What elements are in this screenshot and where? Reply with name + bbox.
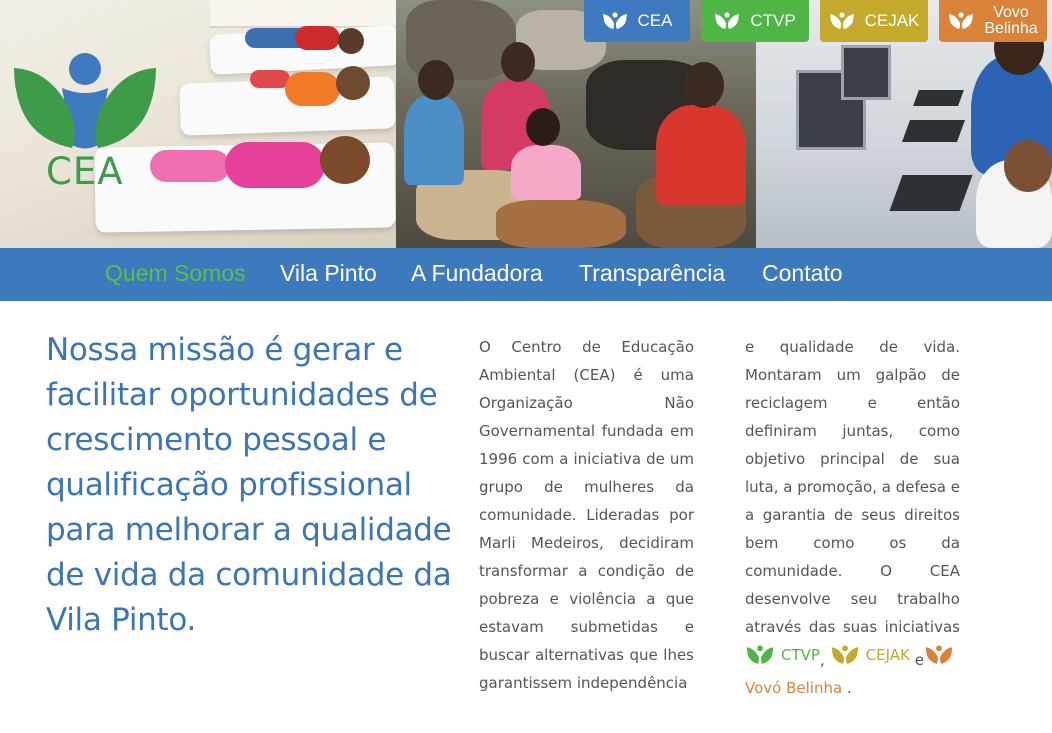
nav-item-quem-somos[interactable]: Quem Somos	[105, 260, 246, 287]
body-text-column-1: O Centro de Educação Ambiental (CEA) é u…	[479, 338, 694, 692]
initiative-cejak-label: CEJAK	[865, 646, 910, 664]
vovo-leaf-icon	[925, 645, 953, 664]
tab-cejak[interactable]: CEJAK	[820, 0, 928, 42]
initiative-link-cejak[interactable]: CEJAK	[830, 641, 910, 669]
nav-item-contato[interactable]: Contato	[762, 260, 843, 287]
logo-text: CEA	[46, 150, 124, 193]
cea-logo-icon	[14, 53, 156, 149]
initiative-link-vovo-belinha[interactable]	[924, 645, 960, 665]
tab-vovo-belinha[interactable]: Vovo Belinha	[939, 0, 1047, 42]
separator-and: e	[914, 651, 924, 669]
leaf-icon	[602, 12, 627, 29]
separator-comma: ,	[819, 651, 825, 669]
mission-statement: Nossa missão é gerar e facilitar oportun…	[46, 332, 452, 638]
tab-cejak-label: CEJAK	[864, 11, 920, 30]
hero-banner: CEA CEA CTVP CEJAK Vovo Belinha	[0, 0, 1052, 248]
nav-item-vila-pinto[interactable]: Vila Pinto	[280, 260, 377, 287]
leaf-icon	[715, 12, 740, 29]
tab-ctvp[interactable]: CTVP	[701, 0, 809, 42]
initiative-vovo-belinha-label[interactable]: Vovó Belinha	[745, 679, 842, 697]
ctvp-leaf-icon	[746, 645, 774, 664]
tab-cea-label: CEA	[637, 11, 673, 30]
leaf-icon	[829, 12, 854, 29]
end-period: .	[846, 679, 852, 697]
leaf-icon	[949, 12, 974, 29]
tab-vovo-label-line2: Belinha	[984, 20, 1038, 37]
cejak-leaf-icon	[831, 645, 858, 664]
body-text-column-2-text: e qualidade de vida. Montaram um galpão …	[745, 338, 960, 636]
body-text-column-2: e qualidade de vida. Montaram um galpão …	[745, 333, 960, 702]
tab-cea[interactable]: CEA	[584, 0, 690, 42]
tab-vovo-label-line1: Vovo	[993, 4, 1029, 21]
main-nav: Quem Somos Vila Pinto A Fundadora Transp…	[0, 248, 1052, 301]
initiative-link-ctvp[interactable]: CTVP	[745, 641, 820, 669]
nav-item-a-fundadora[interactable]: A Fundadora	[411, 260, 543, 287]
nav-item-transparencia[interactable]: Transparência	[579, 260, 725, 287]
tab-ctvp-label: CTVP	[750, 11, 796, 30]
initiative-ctvp-label: CTVP	[781, 646, 820, 664]
